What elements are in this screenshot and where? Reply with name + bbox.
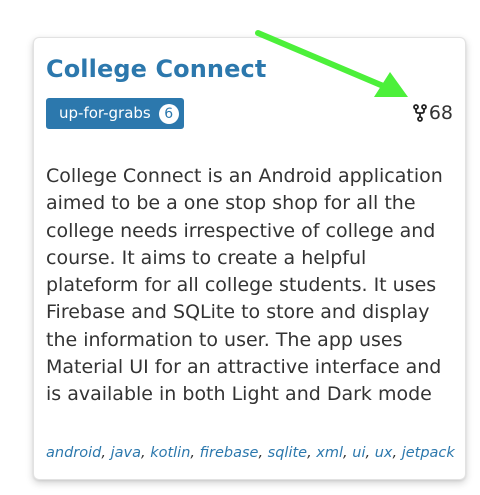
tag-link[interactable]: ux xyxy=(375,445,393,461)
tag-link[interactable]: java xyxy=(111,445,141,461)
tag-link[interactable]: sqlite xyxy=(268,445,307,461)
fork-count-link[interactable]: 68 xyxy=(412,100,453,126)
tag-list: android, java, kotlin, firebase, sqlite,… xyxy=(46,443,455,463)
tag-link[interactable]: kotlin xyxy=(150,445,190,461)
label-badge[interactable]: up-for-grabs 6 xyxy=(46,98,184,129)
label-badge-count: 6 xyxy=(158,103,179,124)
fork-count: 68 xyxy=(428,102,453,124)
fork-icon xyxy=(412,104,427,122)
project-card: College Connect up-for-grabs 6 68 Colleg… xyxy=(33,37,466,480)
project-title-link[interactable]: College Connect xyxy=(46,54,266,84)
tag-separator: , xyxy=(101,445,111,461)
tag-link[interactable]: firebase xyxy=(200,445,259,461)
tag-link[interactable]: ui xyxy=(352,445,365,461)
tag-separator: , xyxy=(392,445,402,461)
tag-link[interactable]: android xyxy=(46,445,101,461)
tag-separator: , xyxy=(365,445,375,461)
label-badge-name: up-for-grabs xyxy=(59,104,151,122)
tag-separator: , xyxy=(140,445,151,461)
tag-separator: , xyxy=(258,445,268,461)
tag-link[interactable]: jetpack xyxy=(402,445,455,461)
tag-link[interactable]: xml xyxy=(316,445,343,461)
project-description: College Connect is an Android applicatio… xyxy=(46,165,443,406)
tag-separator: , xyxy=(343,445,353,461)
tag-separator: , xyxy=(190,445,200,461)
tag-separator: , xyxy=(307,445,317,461)
